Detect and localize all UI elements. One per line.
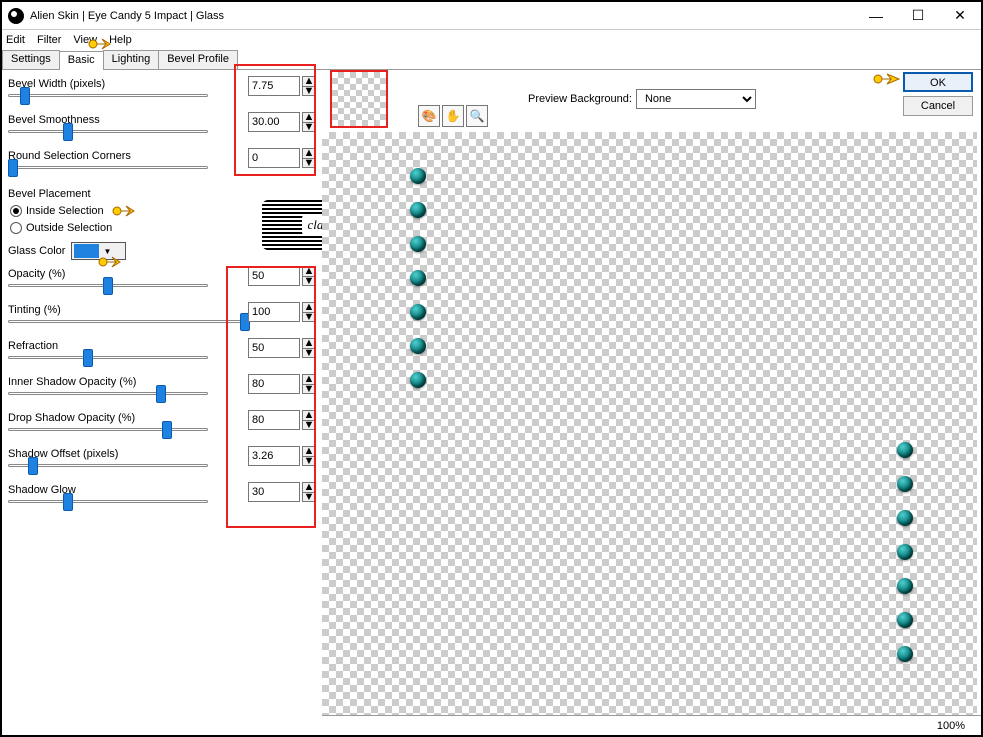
preview-bead [897,510,913,526]
drop-shadow-spinner[interactable]: ▲▼ [302,410,316,430]
shadow-offset-spinner[interactable]: ▲▼ [302,446,316,466]
statusbar: 100% [322,715,981,735]
color-picker-tool[interactable]: 🎨 [418,105,440,127]
minimize-button[interactable]: — [855,3,897,29]
thumbnail-preview[interactable] [330,70,388,128]
preview-bg-label: Preview Background: [528,93,632,105]
close-button[interactable]: ✕ [939,3,981,29]
bevel-width-input[interactable] [248,76,300,96]
preview-bead [410,372,426,388]
param-round-corners: Round Selection Corners ▲▼ [8,150,318,180]
app-icon [8,8,24,24]
bevel-width-spinner[interactable]: ▲▼ [302,76,316,96]
bevel-placement-label: Bevel Placement [8,188,318,200]
bevel-width-slider[interactable] [8,94,208,97]
menubar: Edit Filter View Help [2,30,981,50]
opacity-spinner[interactable]: ▲▼ [302,266,316,286]
param-opacity: Opacity (%) ▲▼ [8,268,318,298]
tab-basic[interactable]: Basic [59,51,104,70]
refraction-slider[interactable] [8,356,208,359]
preview-bead [410,304,426,320]
maximize-button[interactable]: ☐ [897,3,939,29]
tinting-input[interactable] [248,302,300,322]
radio-inside-label: Inside Selection [26,205,104,217]
dialog-window: Alien Skin | Eye Candy 5 Impact | Glass … [0,0,983,737]
tinting-slider[interactable] [8,320,246,323]
tab-bar: Settings Basic Lighting Bevel Profile [2,50,981,70]
menu-filter[interactable]: Filter [37,34,61,46]
glass-color-swatch [74,244,99,258]
hand-pointer-icon [112,202,140,220]
drop-shadow-input[interactable] [248,410,300,430]
main-preview[interactable] [322,132,977,731]
param-shadow-offset: Shadow Offset (pixels) ▲▼ [8,448,318,478]
bevel-smooth-slider[interactable] [8,130,208,133]
preview-panel: OK Cancel 🎨 ✋ 🔍 Preview Background: None [322,70,981,735]
menu-help[interactable]: Help [109,34,132,46]
shadow-glow-input[interactable] [248,482,300,502]
chevron-down-icon: ▼ [103,247,111,256]
opacity-slider[interactable] [8,284,208,287]
param-shadow-glow: Shadow Glow ▲▼ [8,484,318,514]
window-title: Alien Skin | Eye Candy 5 Impact | Glass [30,10,855,22]
glass-color-button[interactable]: ▼ [71,242,126,260]
refraction-spinner[interactable]: ▲▼ [302,338,316,358]
preview-bead [410,270,426,286]
preview-bead [410,202,426,218]
preview-bead [410,168,426,184]
round-corners-slider[interactable] [8,166,208,169]
param-inner-shadow: Inner Shadow Opacity (%) ▲▼ [8,376,318,406]
inner-shadow-slider[interactable] [8,392,208,395]
preview-bead [897,612,913,628]
menu-edit[interactable]: Edit [6,34,25,46]
hand-tool[interactable]: ✋ [442,105,464,127]
param-bevel-width: Bevel Width (pixels) ▲▼ [8,78,318,108]
radio-icon [10,205,22,217]
inner-shadow-input[interactable] [248,374,300,394]
preview-bead [410,236,426,252]
inner-shadow-spinner[interactable]: ▲▼ [302,374,316,394]
param-bevel-smooth: Bevel Smoothness ▲▼ [8,114,318,144]
round-corners-spinner[interactable]: ▲▼ [302,148,316,168]
param-drop-shadow: Drop Shadow Opacity (%) ▲▼ [8,412,318,442]
zoom-level: 100% [937,720,965,732]
param-refraction: Refraction ▲▼ [8,340,318,370]
radio-outside-label: Outside Selection [26,222,112,234]
preview-bead [897,578,913,594]
tab-bevel-profile[interactable]: Bevel Profile [158,50,238,69]
shadow-glow-slider[interactable] [8,500,208,503]
zoom-tool[interactable]: 🔍 [466,105,488,127]
drop-shadow-slider[interactable] [8,428,208,431]
preview-bead [897,442,913,458]
preview-bead [410,338,426,354]
preview-bead [897,544,913,560]
titlebar: Alien Skin | Eye Candy 5 Impact | Glass … [2,2,981,30]
radio-icon [10,222,22,234]
tab-settings[interactable]: Settings [2,50,60,69]
preview-bead [897,646,913,662]
shadow-offset-slider[interactable] [8,464,208,467]
round-corners-input[interactable] [248,148,300,168]
shadow-offset-input[interactable] [248,446,300,466]
bevel-smooth-input[interactable] [248,112,300,132]
bevel-smooth-spinner[interactable]: ▲▼ [302,112,316,132]
tab-lighting[interactable]: Lighting [103,50,160,69]
preview-bg-select[interactable]: None [636,89,756,109]
menu-view[interactable]: View [73,34,97,46]
shadow-glow-spinner[interactable]: ▲▼ [302,482,316,502]
opacity-input[interactable] [248,266,300,286]
preview-bead [897,476,913,492]
param-tinting: Tinting (%) ▲▼ [8,304,318,334]
refraction-input[interactable] [248,338,300,358]
settings-panel: Bevel Width (pixels) ▲▼ Bevel Smoothness… [2,70,322,735]
tinting-spinner[interactable]: ▲▼ [302,302,316,322]
glass-color-label: Glass Color [8,245,65,257]
